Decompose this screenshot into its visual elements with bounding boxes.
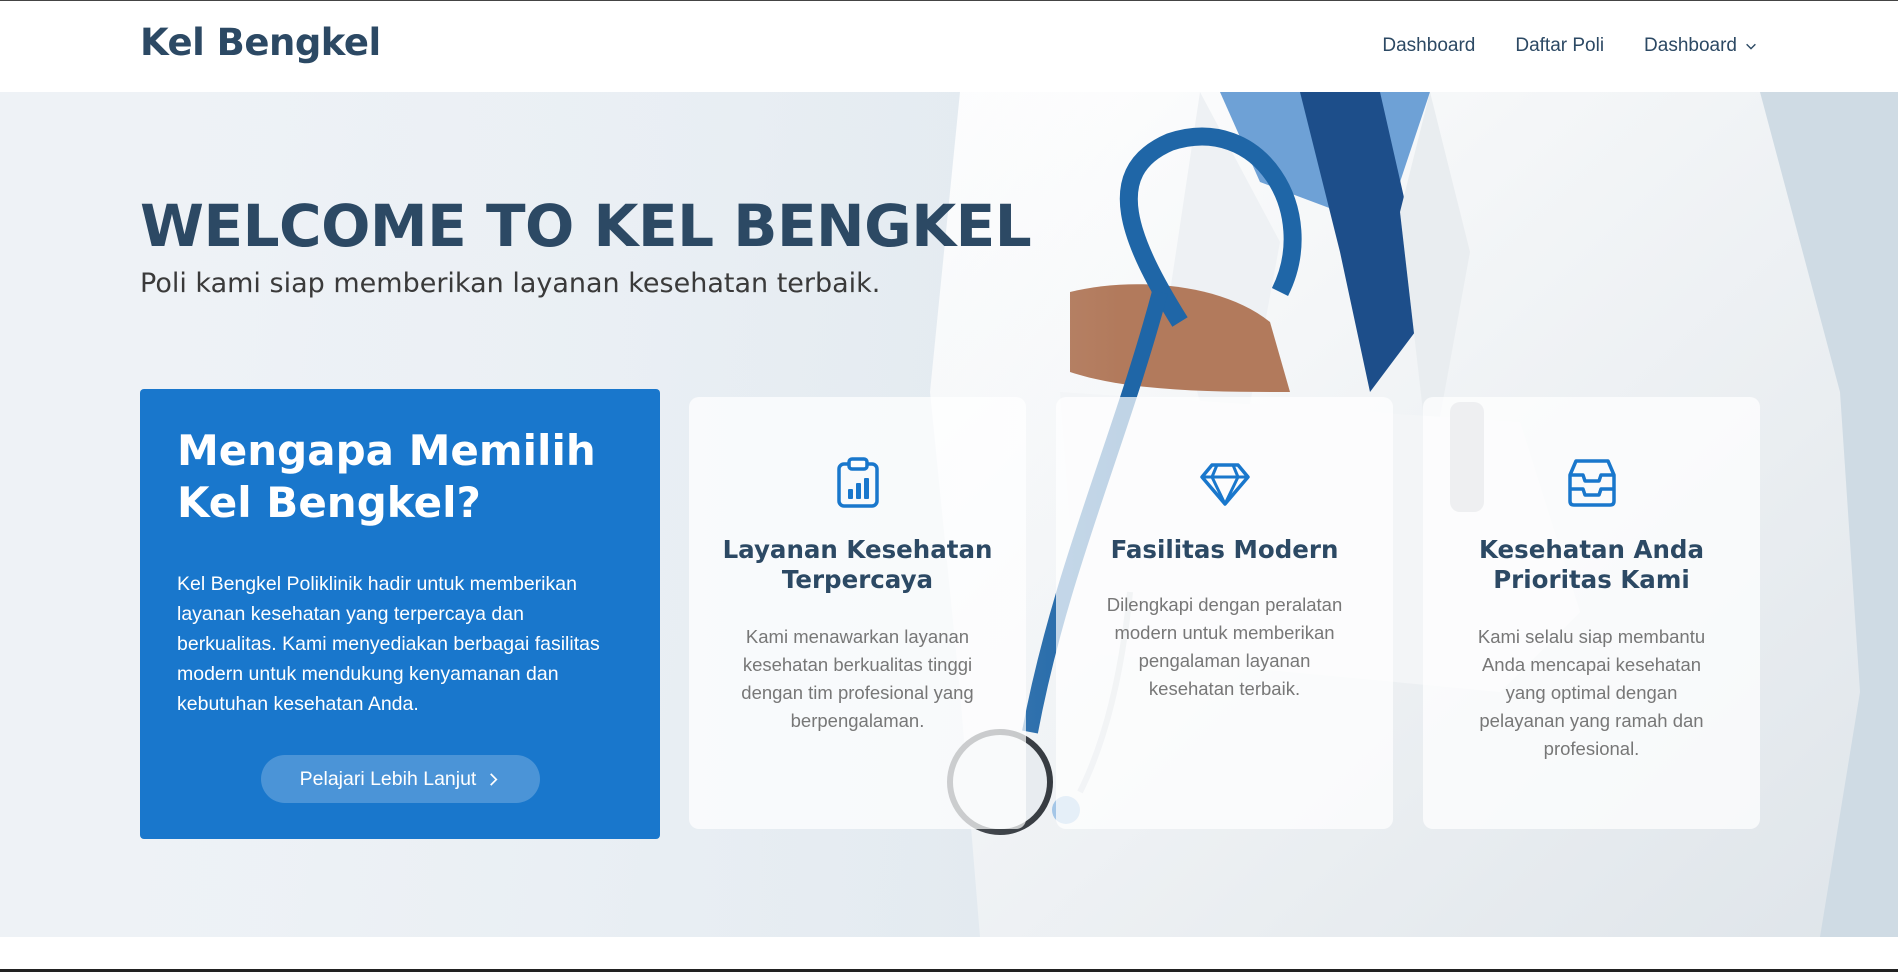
card-title: Kesehatan Anda Prioritas Kami <box>1478 535 1705 594</box>
card-title: Fasilitas Modern <box>1110 535 1339 564</box>
clipboard-chart-icon <box>836 457 879 508</box>
card-title: Layanan Kesehatan Terpercaya <box>722 535 993 594</box>
why-choose-box: Mengapa Memilih Kel Bengkel? Kel Bengkel… <box>140 389 660 839</box>
nav-dashboard-dropdown[interactable]: Dashboard <box>1644 35 1758 57</box>
why-title: Mengapa Memilih Kel Bengkel? <box>177 425 623 529</box>
card-text: Dilengkapi dengan peralatan modern untuk… <box>1106 594 1343 699</box>
learn-more-label: Pelajari Lebih Lanjut <box>299 767 477 790</box>
hero-subtitle: Poli kami siap memberikan layanan keseha… <box>140 268 881 299</box>
why-title-line-2: Kel Bengkel? <box>177 478 481 527</box>
chevron-down-icon <box>1746 43 1756 50</box>
card-text: Kami selalu siap membantu Anda mencapai … <box>1477 626 1706 759</box>
card-text: Kami menawarkan layanan kesehatan berkua… <box>741 626 974 731</box>
brand-logo[interactable]: Kel Bengkel <box>140 21 381 64</box>
nav-dashboard[interactable]: Dashboard <box>1382 35 1475 57</box>
nav-daftar-poli[interactable]: Daftar Poli <box>1515 35 1604 57</box>
why-title-line-1: Mengapa Memilih <box>177 426 596 475</box>
hero-section: WELCOME TO KEL BENGKEL Poli kami siap me… <box>0 92 1898 937</box>
feature-card-trusted: Layanan Kesehatan Terpercaya Kami menawa… <box>689 397 1026 829</box>
site-header: Kel Bengkel Dashboard Daftar Poli Dashbo… <box>0 1 1898 92</box>
page-below-hero <box>0 937 1898 972</box>
learn-more-button[interactable]: Pelajari Lebih Lanjut <box>261 755 540 803</box>
hero-title: WELCOME TO KEL BENGKEL <box>140 192 1032 260</box>
nav-daftar-poli-label: Daftar Poli <box>1515 35 1605 56</box>
why-description: Kel Bengkel Poliklinik hadir untuk membe… <box>177 573 600 715</box>
feature-card-priority: Kesehatan Anda Prioritas Kami Kami selal… <box>1423 397 1760 829</box>
nav-dashboard-label: Dashboard <box>1382 35 1476 56</box>
main-nav: Dashboard Daftar Poli Dashboard <box>1382 35 1758 57</box>
inbox-tray-icon <box>1567 459 1616 507</box>
feature-card-modern: Fasilitas Modern Dilengkapi dengan peral… <box>1056 397 1393 829</box>
nav-dashboard-dropdown-label: Dashboard <box>1644 35 1737 56</box>
diamond-icon <box>1199 463 1250 506</box>
chevron-right-icon <box>490 772 498 786</box>
